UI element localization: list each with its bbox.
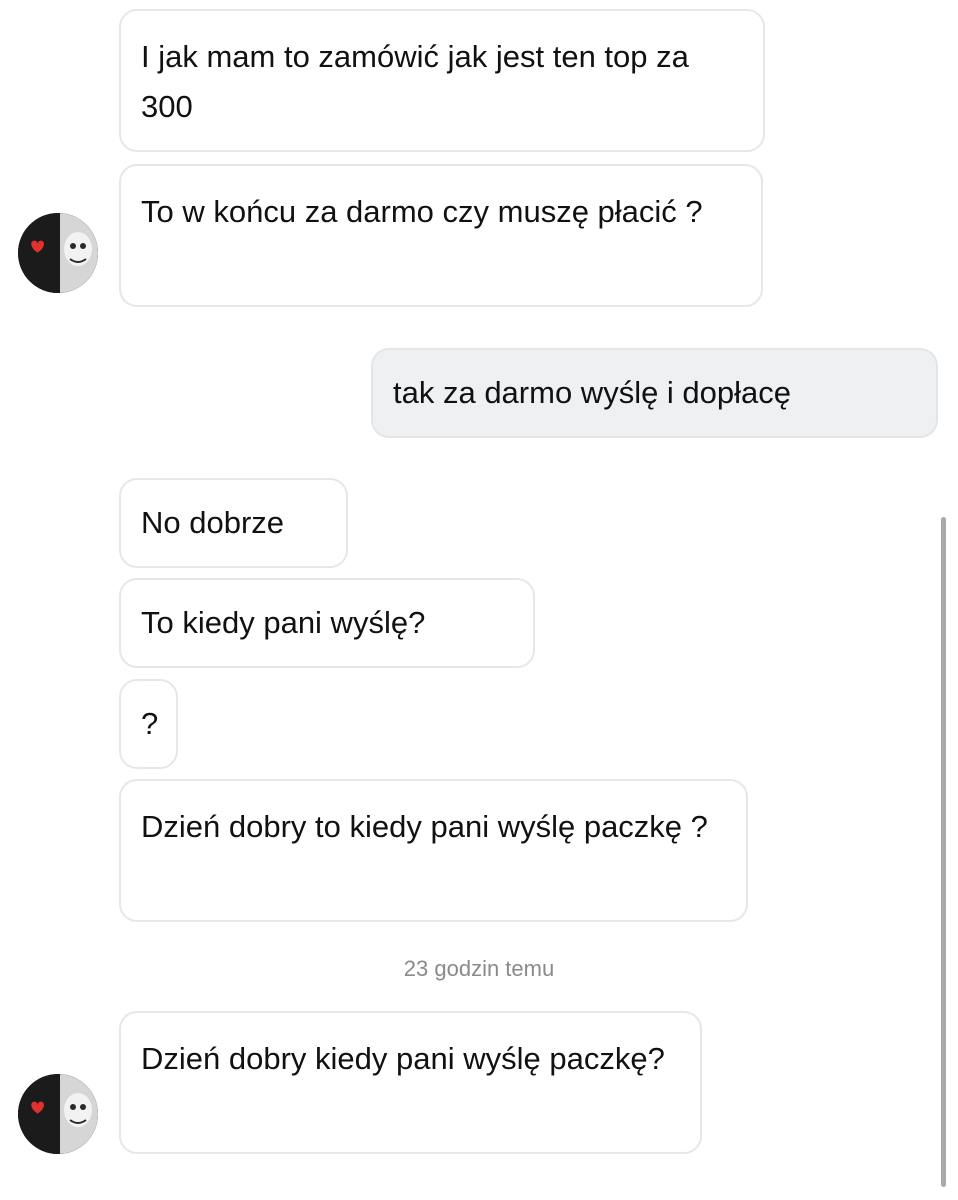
message-timestamp: 23 godzin temu <box>403 956 555 981</box>
message-text: To w końcu za darmo czy muszę płacić ? <box>141 194 703 229</box>
message-text: I jak mam to zamówić jak jest ten top za… <box>141 39 689 124</box>
message-bubble-received[interactable]: Dzień dobry to kiedy pani wyślę paczkę ? <box>119 779 748 922</box>
message-bubble-received[interactable]: To w końcu za darmo czy muszę płacić ? <box>119 164 763 307</box>
message-bubble-received[interactable]: To kiedy pani wyślę? <box>119 578 535 668</box>
contact-avatar-icon[interactable] <box>18 1074 98 1154</box>
message-text: To kiedy pani wyślę? <box>141 605 426 640</box>
message-text: Dzień dobry to kiedy pani wyślę paczkę ? <box>141 809 708 844</box>
scrollbar-thumb[interactable] <box>941 517 946 1187</box>
message-bubble-sent[interactable]: tak za darmo wyślę i dopłacę <box>371 348 938 438</box>
message-bubble-received[interactable]: ? <box>119 679 178 769</box>
message-bubble-received[interactable]: Dzień dobry kiedy pani wyślę paczkę? <box>119 1011 702 1154</box>
contact-avatar-icon[interactable] <box>18 213 98 293</box>
message-text: Dzień dobry kiedy pani wyślę paczkę? <box>141 1041 665 1076</box>
message-text: ? <box>141 706 159 741</box>
message-bubble-received[interactable]: I jak mam to zamówić jak jest ten top za… <box>119 9 765 152</box>
message-bubble-received[interactable]: No dobrze <box>119 478 348 568</box>
message-text: tak za darmo wyślę i dopłacę <box>393 375 792 410</box>
message-text: No dobrze <box>141 505 285 540</box>
